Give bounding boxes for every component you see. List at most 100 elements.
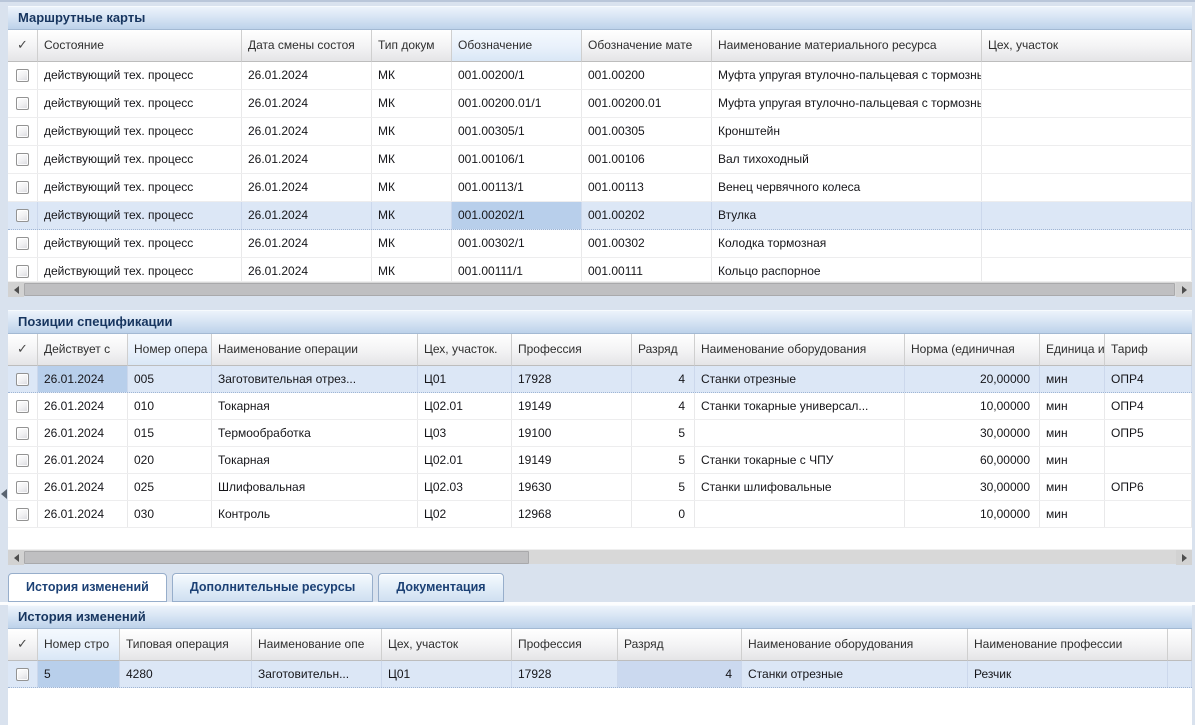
column-header[interactable]: Тариф [1105,334,1192,366]
column-header[interactable]: Наименование опе [252,629,382,661]
table-cell[interactable]: 26.01.2024 [38,366,128,392]
column-header[interactable]: Профессия [512,629,618,661]
table-cell[interactable]: 26.01.2024 [38,447,128,473]
table-cell[interactable]: Заготовительн... [252,661,382,687]
table-cell[interactable]: ОПР4 [1105,366,1192,392]
spec-positions-hscrollbar[interactable] [8,549,1192,564]
table-cell[interactable]: 001.00202 [582,202,712,229]
table-row[interactable]: действующий тех. процесс26.01.2024МК001.… [8,230,1192,258]
column-header[interactable]: Профессия [512,334,632,366]
splitter-collapse-left-icon[interactable] [1,489,7,499]
table-cell[interactable]: 26.01.2024 [38,420,128,446]
scroll-right-button[interactable] [1176,550,1192,565]
table-row[interactable]: 26.01.2024020ТокарнаяЦ02.01191495Станки … [8,447,1192,474]
scroll-left-button[interactable] [8,550,24,565]
table-cell[interactable]: действующий тех. процесс [38,62,242,89]
table-cell[interactable] [982,90,1192,117]
table-cell[interactable]: МК [372,230,452,257]
table-cell[interactable]: Токарная [212,393,418,419]
table-cell[interactable]: МК [372,202,452,229]
table-cell[interactable]: 005 [128,366,212,392]
table-cell[interactable]: Ц01 [382,661,512,687]
table-cell[interactable]: 020 [128,447,212,473]
table-cell[interactable]: 025 [128,474,212,500]
table-cell[interactable]: 19149 [512,393,632,419]
table-cell[interactable]: мин [1040,420,1105,446]
table-cell[interactable]: 5 [38,661,120,687]
scroll-right-button[interactable] [1176,282,1192,297]
select-all-header[interactable]: ✓ [8,30,38,62]
table-cell[interactable]: действующий тех. процесс [38,118,242,145]
column-header[interactable]: Наименование операции [212,334,418,366]
row-checkbox[interactable] [16,69,29,82]
row-checkbox[interactable] [16,265,29,278]
column-header[interactable]: Наименование оборудования [742,629,968,661]
table-row[interactable]: действующий тех. процесс26.01.2024МК001.… [8,90,1192,118]
table-cell[interactable]: Резчик [968,661,1168,687]
scroll-left-button[interactable] [8,282,24,297]
table-cell[interactable]: 015 [128,420,212,446]
table-cell[interactable] [982,62,1192,89]
table-cell[interactable]: Ц02.01 [418,393,512,419]
table-cell[interactable]: 4 [632,366,695,392]
tab-1[interactable]: История изменений [8,573,167,602]
table-cell[interactable]: 010 [128,393,212,419]
table-cell[interactable]: МК [372,118,452,145]
table-cell[interactable]: 001.00200.01 [582,90,712,117]
table-cell[interactable]: Вал тихоходный [712,146,982,173]
table-cell[interactable]: МК [372,174,452,201]
row-checkbox[interactable] [16,427,29,440]
table-cell[interactable]: 001.00200 [582,62,712,89]
table-row[interactable]: действующий тех. процесс26.01.2024МК001.… [8,146,1192,174]
table-cell[interactable]: Контроль [212,501,418,527]
row-checkbox[interactable] [16,97,29,110]
column-header[interactable]: Обозначение [452,30,582,62]
table-cell[interactable]: 001.00305/1 [452,118,582,145]
table-cell[interactable]: мин [1040,366,1105,392]
table-cell[interactable]: Станки шлифовальные [695,474,905,500]
table-cell[interactable]: 001.00302 [582,230,712,257]
table-row[interactable]: 26.01.2024025ШлифовальнаяЦ02.03196305Ста… [8,474,1192,501]
table-cell[interactable]: Станки токарные с ЧПУ [695,447,905,473]
row-checkbox[interactable] [16,237,29,250]
table-cell[interactable]: 26.01.2024 [242,90,372,117]
table-cell[interactable]: 60,00000 [905,447,1040,473]
table-cell[interactable]: 4280 [120,661,252,687]
table-cell[interactable]: 001.00113 [582,174,712,201]
table-cell[interactable]: действующий тех. процесс [38,174,242,201]
table-cell[interactable]: 17928 [512,366,632,392]
table-row[interactable]: 26.01.2024005Заготовительная отрез...Ц01… [8,366,1192,393]
table-cell[interactable]: действующий тех. процесс [38,202,242,229]
table-cell[interactable]: 26.01.2024 [242,118,372,145]
table-row[interactable]: действующий тех. процесс26.01.2024МК001.… [8,202,1192,230]
table-cell[interactable]: 001.00200.01/1 [452,90,582,117]
table-cell[interactable]: действующий тех. процесс [38,146,242,173]
table-cell[interactable]: Станки отрезные [695,366,905,392]
row-checkbox[interactable] [16,181,29,194]
scrollbar-thumb[interactable] [24,283,1175,296]
table-cell[interactable]: мин [1040,474,1105,500]
table-cell[interactable]: 19149 [512,447,632,473]
column-header[interactable]: Цех, участок [382,629,512,661]
scrollbar-thumb[interactable] [24,551,529,564]
table-cell[interactable]: Станки токарные универсал... [695,393,905,419]
table-cell[interactable]: 30,00000 [905,474,1040,500]
table-row[interactable]: действующий тех. процесс26.01.2024МК001.… [8,62,1192,90]
select-all-header[interactable]: ✓ [8,629,38,661]
table-cell[interactable]: 26.01.2024 [38,393,128,419]
table-row[interactable]: 26.01.2024030КонтрольЦ0212968010,00000ми… [8,501,1192,528]
table-cell[interactable]: мин [1040,501,1105,527]
table-cell[interactable] [695,501,905,527]
table-cell[interactable]: Ц02.01 [418,447,512,473]
table-cell[interactable]: Ц01 [418,366,512,392]
table-cell[interactable] [982,174,1192,201]
table-cell[interactable]: 5 [632,447,695,473]
column-header[interactable]: Наименование профессии [968,629,1168,661]
column-header[interactable]: Разряд [618,629,742,661]
table-cell[interactable]: 12968 [512,501,632,527]
table-cell[interactable]: 5 [632,474,695,500]
table-row[interactable]: действующий тех. процесс26.01.2024МК001.… [8,118,1192,146]
table-cell[interactable] [1105,447,1192,473]
table-cell[interactable]: Ц03 [418,420,512,446]
table-cell[interactable]: ОПР4 [1105,393,1192,419]
